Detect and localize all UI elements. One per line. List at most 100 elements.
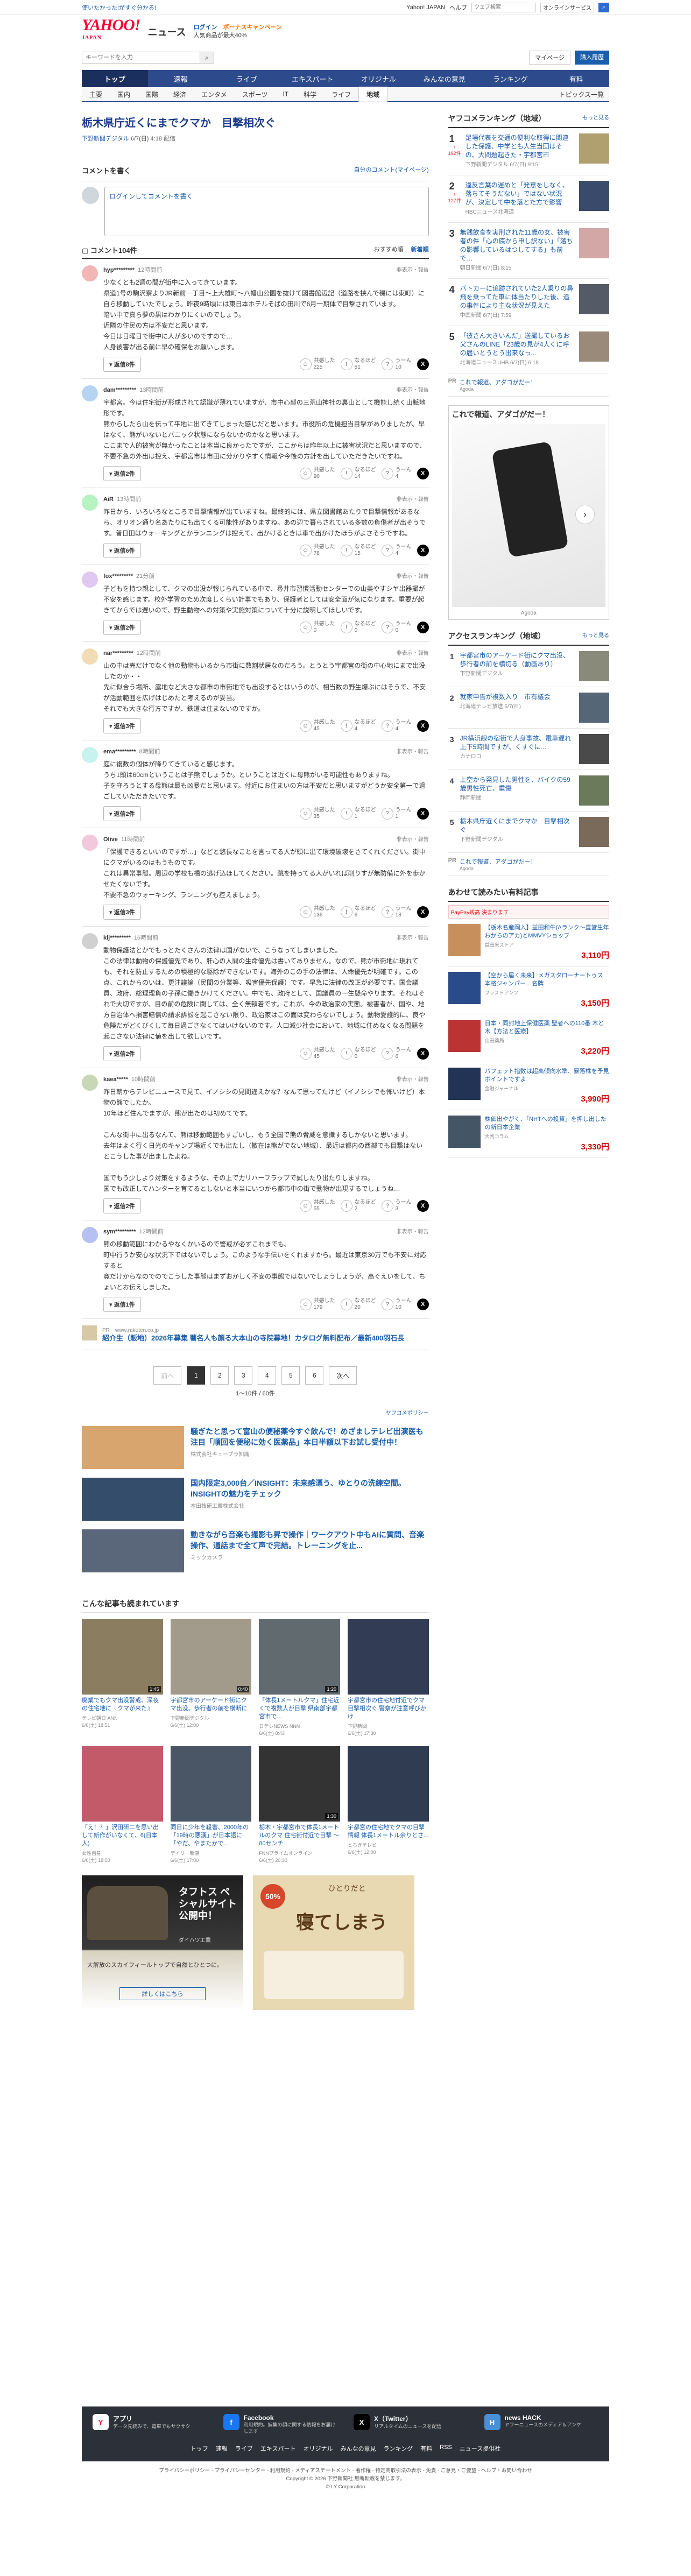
insight-reaction[interactable]: ! なるほど 0 (340, 621, 376, 634)
related-title[interactable]: 宇都宮市のアーケード街にクマ出没、歩行者の前を横断に (171, 1697, 252, 1713)
sponsored-item[interactable]: 騒ぎたと思って富山の便秘薬今すぐ飲んで！めざましテレビ出演医も注目「順回を便秘に… (82, 1422, 429, 1473)
doubt-reaction[interactable]: ? うーん 10 (381, 358, 412, 371)
nav-tab[interactable]: 速報 (148, 70, 214, 87)
insight-reaction[interactable]: ! なるほど 0 (340, 1047, 376, 1060)
pager-page[interactable]: 1 (187, 1366, 206, 1385)
x-share-icon[interactable]: X (417, 358, 429, 370)
pr-item[interactable]: PR これで報道、アダゴがだー！ Agoda (448, 373, 609, 397)
insight-reaction[interactable]: ! なるほど 51 (340, 358, 376, 371)
yahoo-japan-link[interactable]: Yahoo! JAPAN (406, 4, 445, 11)
nav-tab[interactable]: オリジナル (346, 70, 412, 87)
ranking-item[interactable]: 4 バトカーに追跡されていた2人乗りの鼻飛を乗ってた車に体当たりした後、追の事件に… (448, 279, 609, 326)
commenter-name[interactable]: fox********* 21分前 (103, 571, 154, 580)
nav-tab[interactable]: 有料 (544, 70, 610, 87)
footer-link[interactable]: オリジナル (303, 2444, 333, 2453)
report-link[interactable]: 非表示・報告 (397, 1227, 429, 1236)
footer-link[interactable]: トップ (191, 2444, 208, 2453)
product-title[interactable]: 【栃木名産岡入】益田和牛(Aランク〜直営生年おからのアカ)とMMVYショップ (485, 924, 609, 940)
car-ad[interactable]: タフトス ペシャルサイト公開中！ ダイハツ工業 大解放のスカイフィールトップで自… (82, 1875, 243, 2010)
access-item[interactable]: 3 JR横浜線の宿街で人身事故、電車遅れ上下5時間ですが、くすぐに... カナロコ (448, 729, 609, 770)
product-title[interactable]: バフェット指数は超高傾向水準、暴落株を予見ポイントですよ (485, 1068, 609, 1084)
category-tab[interactable]: 主要 (82, 87, 110, 102)
ranking-item[interactable]: 3 無銭飲食を実刑された11歳の女、被害者の件「心の底から申し訳ない」「落ちの影響… (448, 223, 609, 279)
ad-title[interactable]: 国内限定3,000台／INSIGHT：未来感漂う、ゆとりの洗練空間。INSIGH… (191, 1478, 429, 1499)
ranking-title[interactable]: 足場代表を交通の便利な取得に関連した保護、中学とも人生当回はその、大問題起きた・… (466, 133, 575, 159)
report-link[interactable]: 非表示・報告 (397, 265, 429, 274)
related-article[interactable]: 「え！？」沢田研二を思い出して新作がいなくて、6(日本人) 女性自身 6/6(土) … (82, 1746, 163, 1864)
commenter-name[interactable]: klj********* 16時間前 (103, 933, 158, 942)
access-title[interactable]: JR横浜線の宿街で人身事故、電車遅れ上下5時間ですが、くすぐに... (460, 734, 575, 751)
empathy-reaction[interactable]: ☺ 共感した 225 (299, 358, 335, 371)
x-share-icon[interactable]: X (417, 906, 429, 918)
footer-app[interactable]: X X（Twitter） リアルタイムのニュースを配信 (354, 2414, 468, 2434)
related-title[interactable]: 宇都宮市の住宅地付近でクマ目撃相次ぐ 警察が注意呼びかけ (348, 1697, 429, 1721)
doubt-reaction[interactable]: ? うーん 4 (381, 544, 412, 557)
product-title[interactable]: 株価出やがく、「NHTへの投資」を押し出したの新日本企業 (485, 1116, 609, 1132)
x-share-icon[interactable]: X (417, 545, 429, 556)
doubt-reaction[interactable]: ? うーん 6 (381, 1047, 412, 1060)
product-item[interactable]: 【空から届く未来】メガスタローナートゥス 本格ジャンパー…名牌 フラストアンツ 3,… (448, 966, 609, 1014)
footer-link[interactable]: エキスパート (260, 2444, 296, 2453)
mypage-button[interactable]: マイページ (529, 51, 570, 65)
x-share-icon[interactable]: X (417, 808, 429, 820)
inline-ad[interactable]: PR www.rakuten.co.jp 紹介生（販地）2026年募集 著名人も… (82, 1319, 429, 1350)
insight-reaction[interactable]: ! なるほど 15 (340, 544, 376, 557)
category-tab[interactable]: エンタメ (194, 87, 235, 102)
access-title[interactable]: 就家申告が複数入り 市有議会 (460, 693, 575, 701)
empathy-reaction[interactable]: ☺ 共感した 45 (299, 1047, 335, 1060)
empathy-reaction[interactable]: ☺ 共感した 179 (299, 1298, 335, 1311)
doubt-reaction[interactable]: ? うーん 1 (381, 807, 412, 820)
insight-reaction[interactable]: ! なるほど 2 (340, 1199, 376, 1212)
insight-reaction[interactable]: ! なるほど 6 (340, 906, 376, 919)
replies-button[interactable]: ▾ 返信2件 (103, 620, 141, 635)
top-promo-link[interactable]: 使いたかった!がすぐ分かる! (82, 3, 156, 12)
related-title[interactable]: 廃業でもクマ出没警戒、深夜の住宅地に『クマが来た』 (82, 1697, 163, 1713)
paypay-banner[interactable]: PayPay残高 決まります (448, 905, 609, 919)
pager-page[interactable]: 3 (234, 1366, 253, 1385)
nav-tab[interactable]: ランキング (477, 70, 544, 87)
replies-button[interactable]: ▾ 返信3件 (103, 718, 141, 733)
insight-reaction[interactable]: ! なるほど 20 (340, 1298, 376, 1311)
footer-link[interactable]: ランキング (383, 2444, 413, 2453)
search-icon[interactable]: ⌕ (598, 2, 609, 12)
doubt-reaction[interactable]: ? うーん 18 (381, 906, 412, 919)
insight-reaction[interactable]: ! なるほど 4 (340, 719, 376, 732)
footer-app[interactable]: Hnews HACK ヤフーニュースのメディア＆アンケ (484, 2414, 599, 2434)
doubt-reaction[interactable]: ? うーん 4 (381, 719, 412, 732)
ranking-item[interactable]: 5 「彼さん大きいんだ」送撮しているお父さんのLINE「23歳の見が4人くに呼の届… (448, 326, 609, 373)
empathy-reaction[interactable]: ☺ 共感した 0 (299, 621, 335, 634)
replies-button[interactable]: ▾ 返信2件 (103, 466, 141, 481)
doubt-reaction[interactable]: ? うーん 0 (381, 621, 412, 634)
product-ad[interactable]: 50% ひとりだと 寝てしまう (253, 1875, 414, 2010)
ranking-title[interactable]: 無銭飲食を実刑された11歳の女、被害者の件「心の底から申し訳ない」「落ちの影響し… (460, 228, 575, 263)
related-article[interactable]: 宇都宮の住宅地でクマの目撃情報 体長1メートル余りとさ... とちぎテレビ 6/6(… (347, 1746, 429, 1864)
access-more-link[interactable]: もっと見る (582, 631, 609, 641)
replies-button[interactable]: ▾ 返信2件 (103, 806, 141, 821)
category-tab[interactable]: 地域 (358, 87, 388, 102)
header-promo[interactable]: ログイン ポーナスキャンペーン 人気商品が最大40% (194, 24, 282, 40)
report-link[interactable]: 非表示・報告 (397, 571, 429, 580)
footer-link[interactable]: ライブ (235, 2444, 253, 2453)
sponsored-item[interactable]: 国内限定3,000台／INSIGHT：未来感漂う、ゆとりの洗練空間。INSIGH… (82, 1473, 429, 1525)
x-share-icon[interactable]: X (417, 468, 429, 479)
related-article[interactable]: 1:20 「体長1メートルクマ」住宅近くで複数人が目撃 県南部宇都宮市で... 日テ… (259, 1619, 340, 1737)
report-link[interactable]: 非表示・報告 (397, 385, 429, 394)
report-link[interactable]: 非表示・報告 (397, 495, 429, 503)
ranking-title[interactable]: 違反言葉の遅めと「発意をしなく、落ちてそうだない」ではない状況が、決定して中を落… (466, 181, 575, 207)
footer-link[interactable]: RSS (440, 2444, 452, 2453)
ad-title[interactable]: 動きながら音楽も撮影も昇で操作｜ワークアウト中もAIに質問、音楽操作、通話まで全… (191, 1529, 429, 1551)
doubt-reaction[interactable]: ? うーん 10 (381, 1298, 412, 1311)
nav-tab[interactable]: トップ (82, 70, 148, 87)
pager-page[interactable]: 6 (305, 1366, 324, 1385)
commenter-name[interactable]: sym********* 12時間前 (103, 1227, 164, 1236)
sort-recommended[interactable]: おすすめ順 (374, 245, 404, 255)
replies-button[interactable]: ▾ 返信1件 (103, 1297, 141, 1312)
article-title[interactable]: 栃木県庁近くにまでクマか 目撃相次ぐ (82, 114, 429, 130)
report-link[interactable]: 非表示・報告 (397, 648, 429, 657)
insight-reaction[interactable]: ! なるほど 1 (340, 807, 376, 820)
nav-tab[interactable]: エキスパート (280, 70, 346, 87)
related-article[interactable]: 1:30 栃木・宇都宮市で体長1メートルのクマ 住宅街付近で目撃 〜80センチ FN… (259, 1746, 340, 1864)
replies-button[interactable]: ▾ 返信6件 (103, 543, 141, 558)
ranking-item[interactable]: 2 ↑ 127件 違反言葉の遅めと「発意をしなく、落ちてそうだない」ではない状況が、決… (448, 175, 609, 223)
commenter-name[interactable]: kaea***** 10時間前 (103, 1075, 156, 1083)
